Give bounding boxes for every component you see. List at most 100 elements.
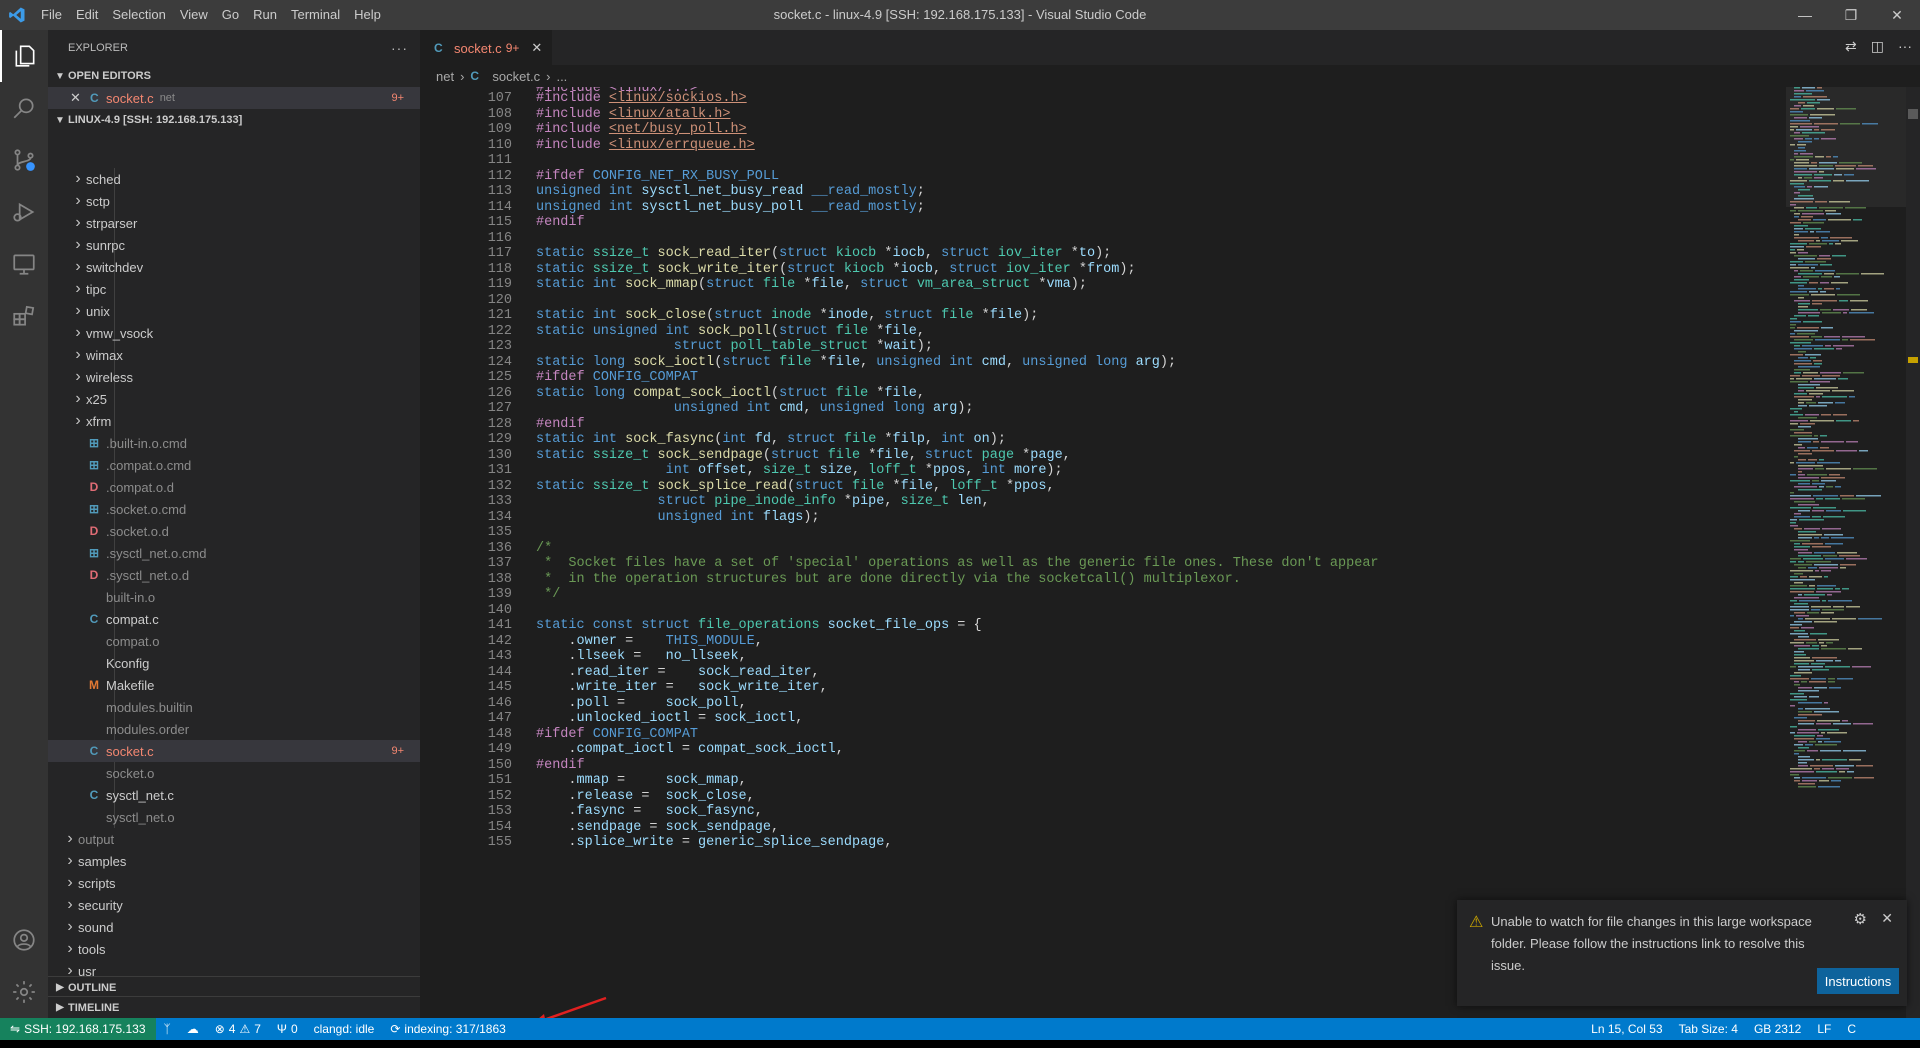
notification-settings-icon[interactable]: ⚙ (1854, 910, 1867, 928)
tree-item[interactable]: built-in.o (48, 586, 420, 608)
tree-item[interactable]: › xfrm (48, 410, 420, 432)
tab-size[interactable]: Tab Size: 4 (1671, 1022, 1746, 1036)
tree-item[interactable]: › sound (48, 916, 420, 938)
minimap-line (1809, 117, 1822, 119)
tree-item[interactable]: socket.o (48, 762, 420, 784)
eol[interactable]: LF (1809, 1022, 1839, 1036)
minimap-line (1853, 468, 1877, 470)
tree-item-label: x25 (86, 391, 107, 407)
tree-item[interactable]: › tools (48, 938, 420, 960)
extensions-icon[interactable] (0, 290, 48, 342)
tree-item[interactable]: › unix (48, 300, 420, 322)
encoding[interactable]: GB 2312 (1746, 1022, 1809, 1036)
sync-item[interactable]: ☁ (179, 1022, 207, 1036)
tree-item[interactable]: Csocket.c 9+ (48, 740, 420, 762)
tree-item[interactable]: › vmw_vsock (48, 322, 420, 344)
cursor-position[interactable]: Ln 15, Col 53 (1583, 1022, 1670, 1036)
split-editor-icon[interactable]: ◫ (1871, 38, 1884, 55)
manage-gear-icon[interactable] (0, 966, 48, 1018)
tree-item[interactable]: ⊞ .built-in.o.cmd (48, 432, 420, 454)
tree-item[interactable]: › x25 (48, 388, 420, 410)
breadcrumb-symbol[interactable]: ... (556, 69, 567, 84)
minimize-icon[interactable]: — (1782, 0, 1828, 30)
more-actions-icon[interactable]: ··· (391, 40, 408, 56)
tree-item[interactable]: › strparser (48, 212, 420, 234)
tree-item[interactable]: M Makefile (48, 674, 420, 696)
menu-item-help[interactable]: Help (347, 0, 388, 30)
menu-item-view[interactable]: View (173, 0, 215, 30)
menu-item-edit[interactable]: Edit (69, 0, 105, 30)
close-editor-icon[interactable]: ✕ (70, 90, 90, 106)
code-area[interactable]: #include <linux/...> 107 #include <linux/s… (420, 87, 1780, 1018)
compare-icon[interactable]: ⇄ (1845, 38, 1857, 55)
breadcrumb-file[interactable]: socket.c (492, 69, 540, 84)
accounts-icon[interactable] (0, 914, 48, 966)
menu-item-run[interactable]: Run (246, 0, 284, 30)
minimap-line (1809, 243, 1827, 245)
remote-indicator[interactable]: ⇋ SSH: 192.168.175.133 (0, 1018, 156, 1040)
minimap-line (1794, 300, 1810, 302)
minimap-line (1820, 291, 1826, 293)
tree-item[interactable]: › output (48, 828, 420, 850)
feedback-icon[interactable] (1864, 1022, 1920, 1036)
restore-icon[interactable]: ❐ (1828, 0, 1874, 30)
outline-section[interactable]: ▶ OUTLINE (48, 976, 420, 998)
menu-item-terminal[interactable]: Terminal (284, 0, 347, 30)
minimap-line (1842, 720, 1848, 722)
tree-item[interactable]: › scripts (48, 872, 420, 894)
tree-item[interactable]: › switchdev (48, 256, 420, 278)
indexing-status[interactable]: ⟳ indexing: 317/1863 (382, 1022, 513, 1036)
tree-item[interactable]: Ccompat.c (48, 608, 420, 630)
minimap-line (1794, 660, 1814, 662)
tab-socket-c[interactable]: C socket.c 9+ ✕ (420, 30, 553, 65)
minimap-line (1814, 177, 1823, 179)
instructions-button[interactable]: Instructions (1817, 968, 1899, 994)
tree-item[interactable]: D .compat.o.d (48, 476, 420, 498)
problems-item[interactable]: ⊗ 4 ⚠ 7 (207, 1022, 269, 1036)
close-tab-icon[interactable]: ✕ (531, 40, 542, 56)
source-control-icon[interactable] (0, 134, 48, 186)
menu-item-go[interactable]: Go (215, 0, 246, 30)
tree-item[interactable]: Kconfig (48, 652, 420, 674)
tree-item[interactable]: › security (48, 894, 420, 916)
tree-item[interactable]: ⊞ .sysctl_net.o.cmd (48, 542, 420, 564)
tree-item[interactable]: › samples (48, 850, 420, 872)
tree-item[interactable]: compat.o (48, 630, 420, 652)
tree-item[interactable]: › sched (48, 168, 420, 190)
explorer-icon[interactable] (0, 30, 48, 82)
workspace-section[interactable]: ▼ LINUX-4.9 [SSH: 192.168.175.133] (48, 109, 420, 131)
tree-item[interactable]: › sctp (48, 190, 420, 212)
tree-item-label: strparser (86, 215, 138, 231)
close-window-icon[interactable]: ✕ (1874, 0, 1920, 30)
vertical-scrollbar[interactable] (1906, 87, 1920, 1018)
tree-item[interactable]: ⊞ .socket.o.cmd (48, 498, 420, 520)
clangd-status[interactable]: clangd: idle (306, 1022, 383, 1036)
timeline-section[interactable]: ▶ TIMELINE (48, 996, 420, 1018)
tree-item[interactable]: › wireless (48, 366, 420, 388)
ports-item[interactable]: Ψ 0 (269, 1022, 306, 1036)
search-icon[interactable] (0, 82, 48, 134)
tree-item[interactable]: modules.builtin (48, 696, 420, 718)
close-notification-icon[interactable]: ✕ (1881, 910, 1893, 927)
minimap[interactable] (1786, 87, 1906, 1018)
tree-item[interactable]: › tipc (48, 278, 420, 300)
open-editors-section[interactable]: ▼ OPEN EDITORS (48, 65, 420, 87)
branch-item[interactable]: ᛉ (156, 1022, 179, 1036)
run-debug-icon[interactable] (0, 186, 48, 238)
tree-item[interactable]: D .sysctl_net.o.d (48, 564, 420, 586)
tree-item[interactable]: Csysctl_net.c (48, 784, 420, 806)
language-mode[interactable]: C (1839, 1022, 1864, 1036)
tree-item[interactable]: sysctl_net.o (48, 806, 420, 828)
tree-item[interactable]: › wimax (48, 344, 420, 366)
menu-item-selection[interactable]: Selection (105, 0, 172, 30)
tree-item[interactable]: › sunrpc (48, 234, 420, 256)
scrollbar-thumb[interactable] (1908, 109, 1918, 119)
tree-item[interactable]: ⊞ .compat.o.cmd (48, 454, 420, 476)
open-editor-item[interactable]: ✕ C socket.c net 9+ (48, 87, 420, 109)
menu-item-file[interactable]: File (34, 0, 69, 30)
tree-item[interactable]: D .socket.o.d (48, 520, 420, 542)
remote-explorer-icon[interactable] (0, 238, 48, 290)
breadcrumb-folder[interactable]: net (436, 69, 454, 84)
more-editor-actions-icon[interactable]: ··· (1898, 38, 1912, 55)
tree-item[interactable]: modules.order (48, 718, 420, 740)
